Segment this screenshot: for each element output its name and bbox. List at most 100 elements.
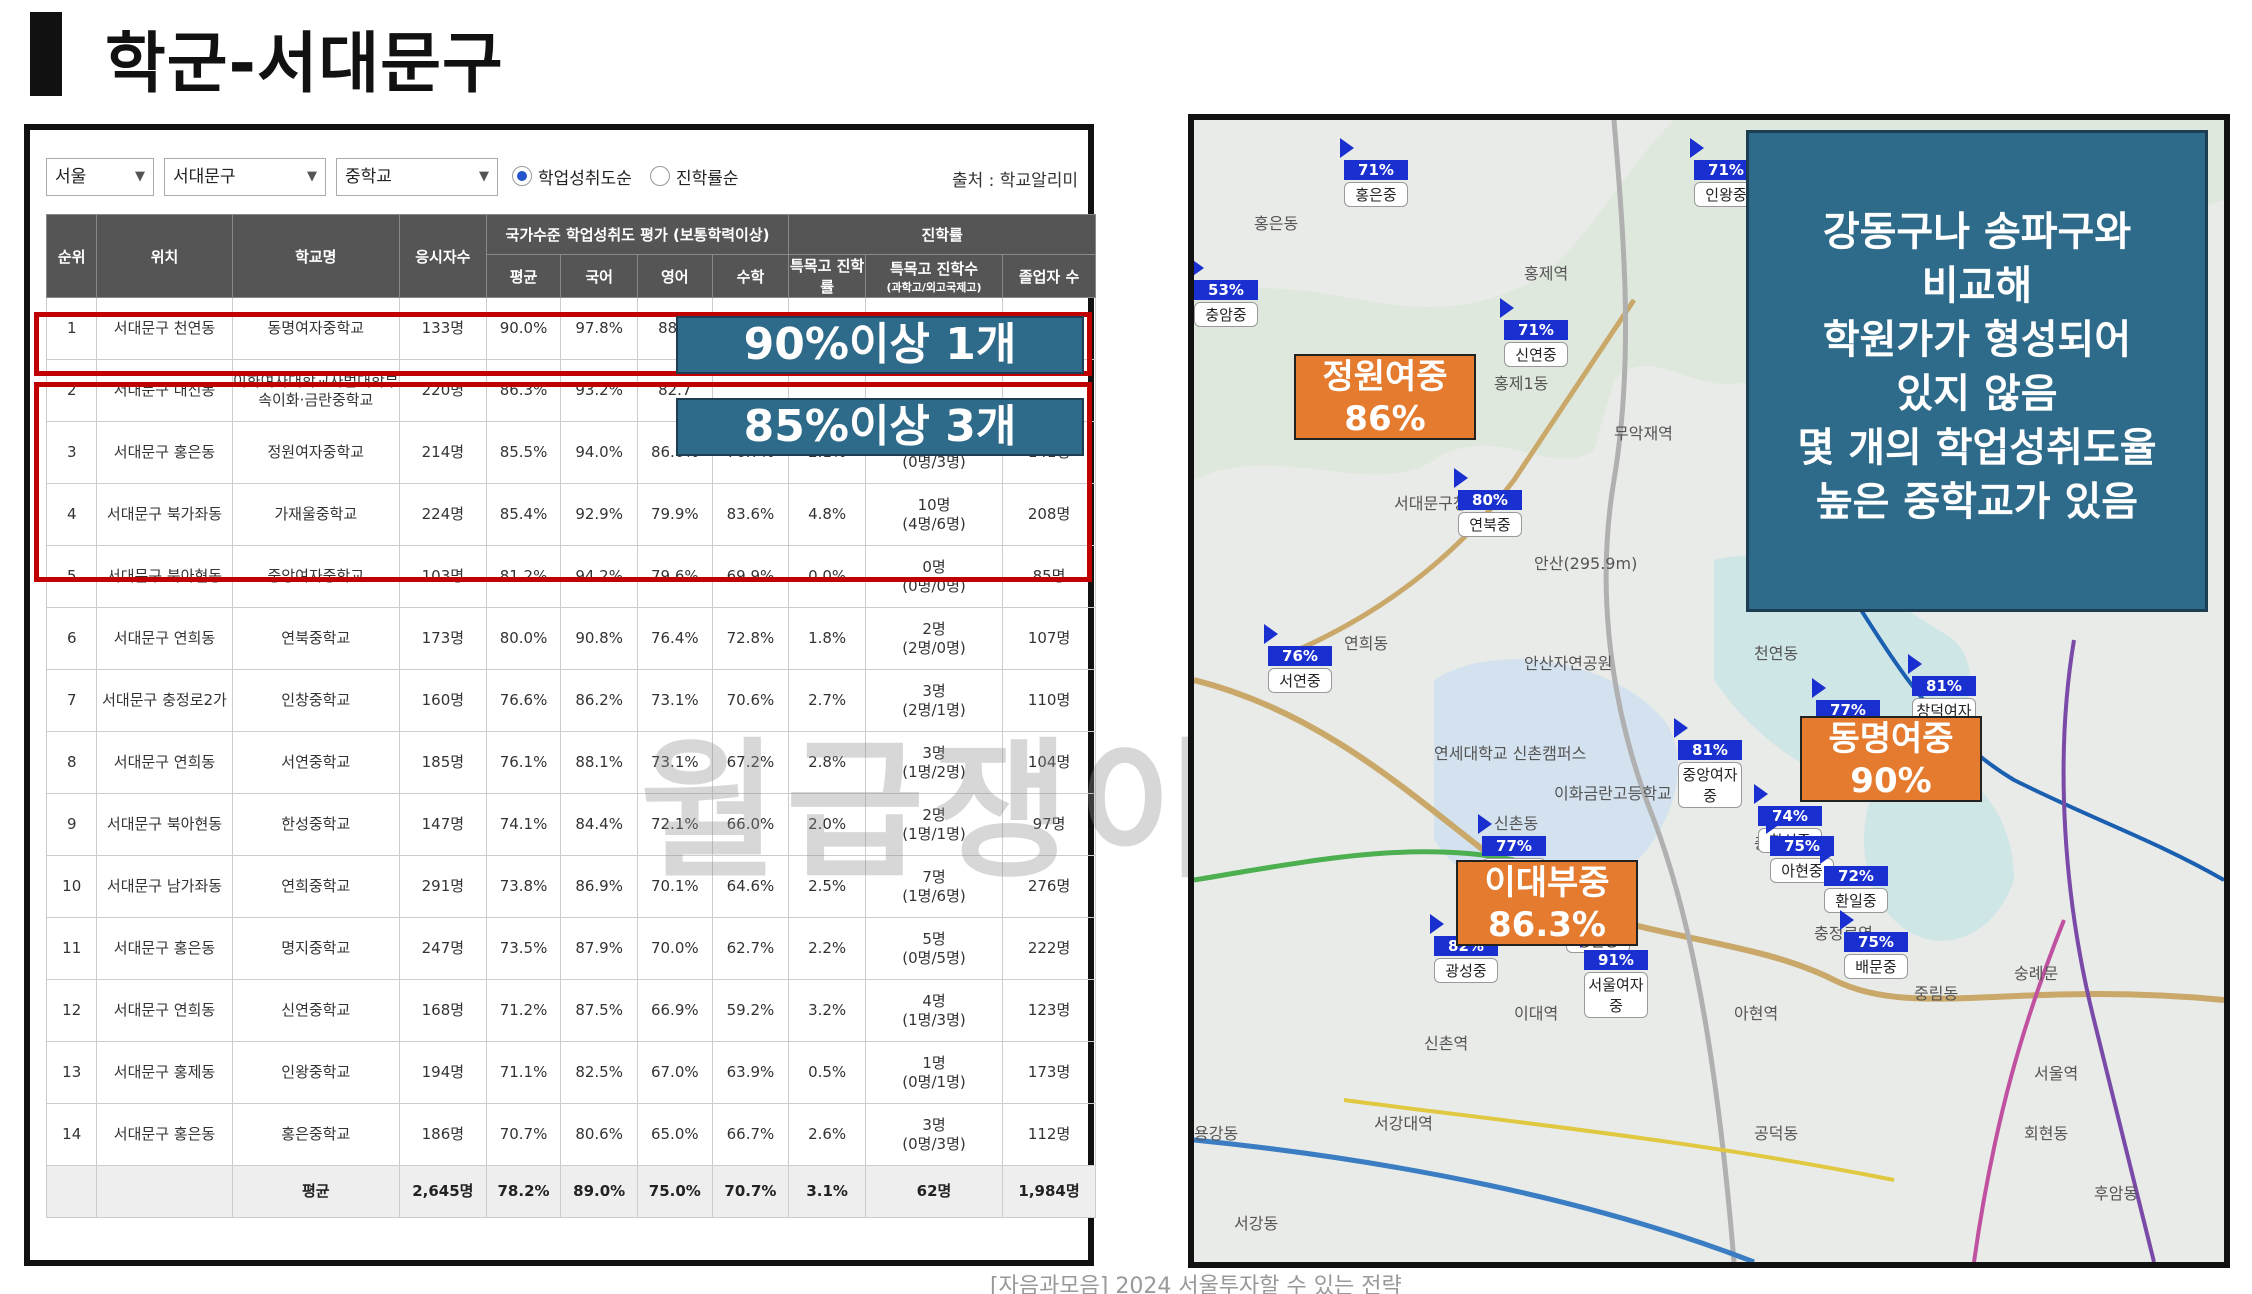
header-takers: 응시자수 <box>398 214 487 298</box>
map-place-label: 무악재역 <box>1614 424 1673 443</box>
city-select-value: 서울 <box>55 167 87 187</box>
cell-avg: 76.6% <box>485 669 562 732</box>
cell-takers: 168명 <box>398 979 487 1042</box>
highlight-idaebu-value: 86.3% <box>1488 905 1606 945</box>
avg-graduates: 1,984명 <box>1002 1165 1096 1218</box>
cell-kor: 82.5% <box>560 1041 638 1104</box>
radio-advancement-label: 진학률순 <box>676 169 739 189</box>
highlight-jeongwon[interactable]: 정원여중 86% <box>1294 354 1476 440</box>
cell-kor: 87.9% <box>560 917 638 980</box>
map-place-label: 후암동 <box>2094 1184 2139 1203</box>
highlight-dongmyeong-name: 동명여중 <box>1828 719 1954 759</box>
school-pin[interactable]: 81% 중앙여자중 <box>1674 718 1742 808</box>
table-row: 13 서대문구 홍제동 인왕중학교 194명 71.1% 82.5% 67.0% 63.9% 0… <box>45 1041 1096 1104</box>
cell-school: 신연중학교 <box>231 979 400 1042</box>
cell-eng: 65.0% <box>636 1103 713 1166</box>
cell-kor: 87.5% <box>560 979 638 1042</box>
highlight-dongmyeong[interactable]: 동명여중 90% <box>1800 716 1982 802</box>
table-row: 14 서대문구 홍은동 홍은중학교 186명 70.7% 80.6% 65.0% 66.7% 2… <box>45 1103 1096 1166</box>
school-pin[interactable]: 91% 서울여자중 <box>1580 928 1648 1018</box>
note-line: 높은 중학교가 있음 <box>1815 479 2139 525</box>
flag-icon <box>1340 138 1354 158</box>
cell-takers: 186명 <box>398 1103 487 1166</box>
source-text: 출처 : 학교알리미 <box>951 171 1078 191</box>
cell-school: 명지중학교 <box>231 917 400 980</box>
school-pin[interactable]: 72% 환일중 <box>1820 844 1888 913</box>
highlight-jeongwon-value: 86% <box>1344 399 1426 439</box>
school-pin[interactable]: 71% 신연중 <box>1500 298 1568 367</box>
highlight-dongmyeong-value: 90% <box>1850 761 1932 801</box>
school-pin-name: 홍은중 <box>1344 182 1408 207</box>
cell-school: 홍은중학교 <box>231 1103 400 1166</box>
school-pin[interactable]: 76% 서연중 <box>1264 624 1332 693</box>
avg-takers: 2,645명 <box>398 1165 487 1218</box>
cell-special-count-split: (2명/0명) <box>902 638 966 657</box>
map-place-label: 아현역 <box>1734 1004 1779 1023</box>
table-row: 12 서대문구 연희동 신연중학교 168명 71.2% 87.5% 66.9% 59.2% 3… <box>45 979 1096 1042</box>
school-pin[interactable]: 80% 연북중 <box>1454 468 1522 537</box>
map-place-label: 용강동 <box>1194 1124 1239 1143</box>
note-line: 있지 않음 <box>1896 371 2058 417</box>
filter-bar: 서울 ▼ 서대문구 ▼ 중학교 ▼ 학업성취도순 진학률순 출처 : 학교알리미 <box>46 158 1086 198</box>
school-pin-percent: 81% <box>1678 740 1742 760</box>
header-english: 영어 <box>636 254 713 298</box>
school-pin-percent: 75% <box>1844 932 1908 952</box>
cell-eng: 76.4% <box>636 607 713 670</box>
cell-avg: 70.7% <box>485 1103 562 1166</box>
city-select[interactable]: 서울 ▼ <box>46 158 154 196</box>
avg-math: 70.7% <box>711 1165 790 1218</box>
map-place-label: 홍제역 <box>1524 264 1569 283</box>
flag-icon <box>1840 910 1854 930</box>
header-korean: 국어 <box>560 254 638 298</box>
cell-avg: 73.8% <box>485 855 562 918</box>
cell-graduates: 123명 <box>1002 979 1096 1042</box>
school-pin[interactable]: 71% 홍은중 <box>1340 138 1408 207</box>
cell-loc: 서대문구 홍제동 <box>96 1041 233 1104</box>
school-pin[interactable]: 75% 배문중 <box>1840 910 1908 979</box>
flag-icon <box>1500 298 1514 318</box>
school-pin-name: 환일중 <box>1824 888 1888 913</box>
map-place-label: 신촌역 <box>1424 1034 1469 1053</box>
map-place-label: 서강동 <box>1234 1214 1279 1233</box>
cell-special-count-split: (0명/3명) <box>902 1134 966 1153</box>
cell-special-count-total: 2명 <box>922 619 946 638</box>
cell-special-count: 4명 (1명/3명) <box>864 979 1004 1042</box>
highlight-idaebu[interactable]: 이대부중 86.3% <box>1456 860 1638 946</box>
level-select[interactable]: 중학교 ▼ <box>336 158 498 196</box>
cell-rank: 14 <box>45 1103 98 1166</box>
cell-special-count-split: (0명/5명) <box>902 948 966 967</box>
note-line: 몇 개의 학업성취도율 <box>1797 425 2157 471</box>
cell-rank: 9 <box>45 793 98 856</box>
cell-rank: 7 <box>45 669 98 732</box>
avg-label: 평균 <box>231 1165 400 1218</box>
map-place-label: 중림동 <box>1914 984 1959 1003</box>
flag-icon <box>1820 844 1834 864</box>
radio-achievement[interactable] <box>512 166 532 186</box>
cell-rank: 11 <box>45 917 98 980</box>
cell-loc: 서대문구 북아현동 <box>96 793 233 856</box>
header-special-count-sub: (과학고/외고국제고) <box>886 280 982 294</box>
school-pin[interactable]: 53% 충암중 <box>1194 258 1258 327</box>
header-rank: 순위 <box>45 214 98 298</box>
district-select[interactable]: 서대문구 ▼ <box>164 158 326 196</box>
school-pin-name: 광성중 <box>1434 958 1498 983</box>
school-ranking-panel: 서울 ▼ 서대문구 ▼ 중학교 ▼ 학업성취도순 진학률순 출처 : 학교알리미 <box>24 124 1654 1266</box>
cell-special-count-split: (1명/3명) <box>902 1010 966 1029</box>
cell-math: 62.7% <box>711 917 790 980</box>
cell-special-count: 5명 (0명/5명) <box>864 917 1004 980</box>
avg-special-rate: 3.1% <box>788 1165 866 1218</box>
analysis-note: 강동구나 송파구와 비교해 학원가가 형성되어 있지 않음 몇 개의 학업성취도… <box>1746 130 2208 612</box>
cell-rank: 12 <box>45 979 98 1042</box>
cell-takers: 147명 <box>398 793 487 856</box>
radio-advancement[interactable] <box>650 166 670 186</box>
school-pin-percent: 77% <box>1482 836 1546 856</box>
cell-kor: 84.4% <box>560 793 638 856</box>
cell-special-count-total: 4명 <box>922 991 946 1010</box>
header-advancement-group: 진학률 <box>788 214 1096 255</box>
header-special-count: 특목고 진학수 (과학고/외고국제고) <box>864 254 1004 298</box>
chevron-down-icon: ▼ <box>479 169 489 184</box>
cell-loc: 서대문구 연희동 <box>96 607 233 670</box>
map-place-label: 공덕동 <box>1754 1124 1799 1143</box>
table-row: 6 서대문구 연희동 연북중학교 173명 80.0% 90.8% 76.4% 72.8% 1.… <box>45 607 1096 670</box>
cell-srate: 0.5% <box>788 1041 866 1104</box>
